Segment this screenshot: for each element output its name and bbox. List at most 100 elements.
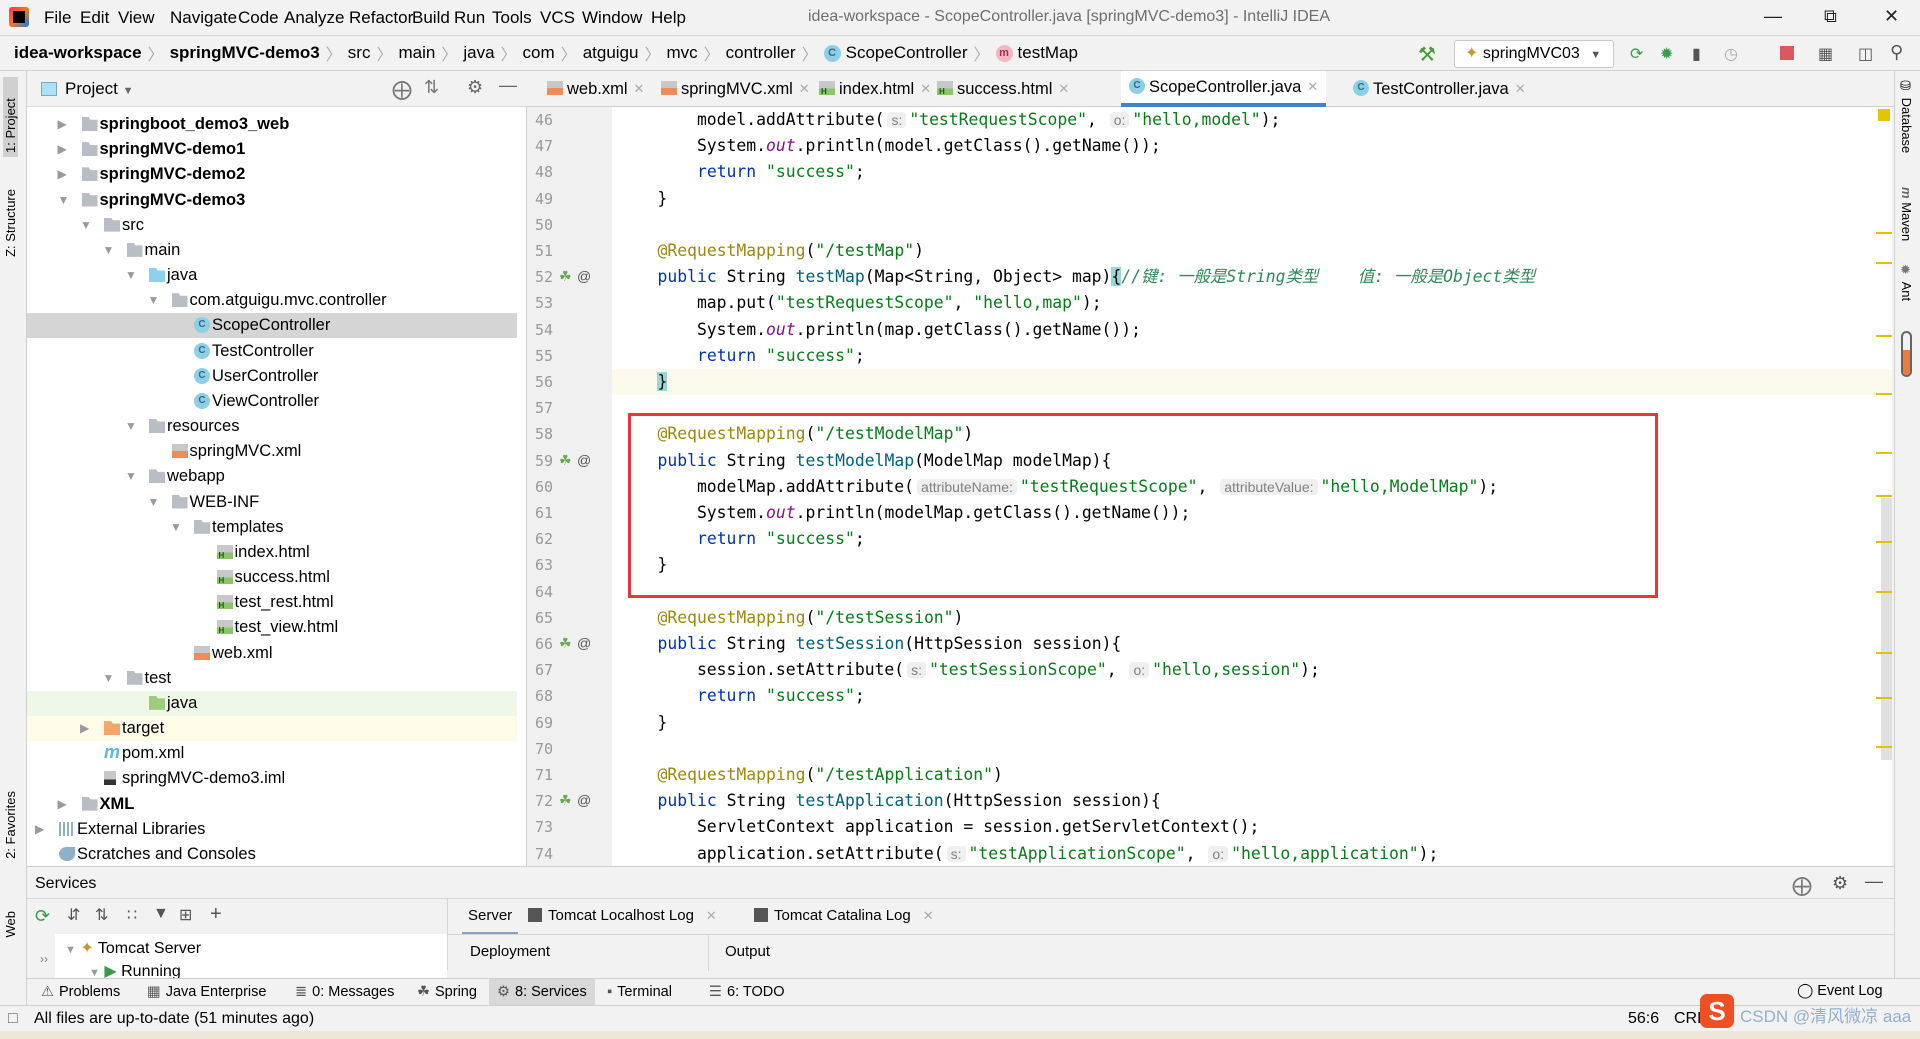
more-icon[interactable]: ››: [40, 952, 48, 966]
breadcrumb-item[interactable]: m testMap: [995, 43, 1078, 63]
editor-tab[interactable]: web.xml ✕: [539, 71, 652, 107]
project-view-select[interactable]: Project ▼: [65, 79, 134, 99]
tree-item[interactable]: Scratches and Consoles: [27, 842, 517, 867]
annotation-icon[interactable]: @: [577, 792, 591, 808]
breadcrumb-item[interactable]: java: [463, 43, 494, 63]
breadcrumb-item[interactable]: C ScopeController: [823, 43, 968, 63]
editor-tab[interactable]: springMVC.xml ✕: [653, 71, 818, 107]
collapse-all-icon[interactable]: ⇅: [424, 77, 439, 98]
warning-marker[interactable]: [1876, 232, 1892, 234]
warning-marker[interactable]: [1876, 262, 1892, 264]
tab-project[interactable]: 1: Project: [3, 77, 18, 157]
menu-code[interactable]: Code: [238, 8, 279, 28]
close-tab-icon[interactable]: ✕: [1307, 79, 1318, 95]
menu-analyze[interactable]: Analyze: [284, 8, 344, 28]
stop-icon[interactable]: [1780, 46, 1794, 60]
tab-database[interactable]: ⛁ Database: [1899, 79, 1914, 153]
warning-marker[interactable]: [1876, 393, 1892, 395]
warning-marker[interactable]: [1876, 591, 1892, 593]
caret-position[interactable]: 56:6: [1628, 1006, 1659, 1031]
close-tab-icon[interactable]: ✕: [1515, 81, 1526, 97]
project-structure-icon[interactable]: ▦: [1818, 44, 1833, 64]
new-tab-icon[interactable]: ⊞: [179, 905, 192, 925]
menu-run[interactable]: Run: [454, 8, 485, 28]
filter-icon[interactable]: ▼: [153, 905, 169, 923]
tool-tab[interactable]: ⚠ Problems: [33, 979, 128, 1006]
tree-item[interactable]: springMVC-demo3.iml: [27, 766, 517, 791]
restore-button[interactable]: ⧉: [1824, 6, 1837, 27]
debug-icon[interactable]: ✹: [1660, 44, 1673, 64]
spring-mapping-icon[interactable]: ☘: [559, 452, 572, 469]
menu-vcs[interactable]: VCS: [540, 8, 575, 28]
breadcrumb-item[interactable]: springMVC-demo3: [170, 43, 320, 63]
warning-marker[interactable]: [1876, 452, 1892, 454]
gear-icon[interactable]: ⚙: [1832, 873, 1848, 894]
tree-item[interactable]: Htest_view.html: [27, 615, 517, 640]
menu-window[interactable]: Window: [582, 8, 642, 28]
editor-scrollbar[interactable]: [1881, 498, 1892, 760]
services-tab[interactable]: Server: [462, 899, 519, 935]
close-tab-icon[interactable]: ✕: [634, 81, 645, 97]
hide-panel-icon[interactable]: —: [499, 75, 517, 96]
close-tab-icon[interactable]: ✕: [1058, 81, 1069, 97]
tree-item[interactable]: ▶ target: [27, 716, 517, 742]
menu-view[interactable]: View: [118, 8, 155, 28]
tab-maven[interactable]: m Maven: [1899, 187, 1914, 241]
build-hammer-icon[interactable]: ⚒: [1418, 42, 1436, 67]
annotation-icon[interactable]: @: [577, 635, 591, 651]
tree-item[interactable]: ▶ springMVC-demo2: [27, 162, 517, 187]
close-tab-icon[interactable]: ✕: [799, 81, 810, 97]
tree-item[interactable]: ▼ webapp: [27, 464, 517, 489]
gear-icon[interactable]: ⚙: [467, 77, 483, 98]
warning-marker[interactable]: [1876, 746, 1892, 748]
collapsed-arrow-icon[interactable]: ▶: [35, 817, 44, 842]
expanded-arrow-icon[interactable]: ▼: [103, 238, 115, 263]
menu-help[interactable]: Help: [651, 8, 686, 28]
expand-all-icon[interactable]: ⇵: [67, 905, 80, 925]
tree-item[interactable]: ▼ templates: [27, 515, 517, 540]
tab-structure[interactable]: Z: Structure: [3, 189, 18, 257]
annotation-icon[interactable]: @: [577, 268, 591, 284]
editor-tab[interactable]: Hindex.html ✕: [811, 71, 939, 107]
refresh-icon[interactable]: ⟳: [35, 906, 50, 927]
rerun-icon[interactable]: ⟳: [1630, 44, 1643, 64]
tree-item[interactable]: ▶ springboot_demo3_web: [27, 112, 517, 137]
tool-tab[interactable]: ☰ 6: TODO: [701, 979, 792, 1006]
collapsed-arrow-icon[interactable]: ▶: [58, 162, 67, 187]
tool-tab[interactable]: ☘ Spring: [409, 979, 485, 1006]
locate-icon[interactable]: ⨁: [392, 77, 412, 102]
tree-item[interactable]: Htest_rest.html: [27, 590, 517, 615]
presentation-icon[interactable]: ◫: [1858, 44, 1873, 64]
search-icon[interactable]: ⚲: [1890, 42, 1903, 63]
breadcrumb-item[interactable]: com: [523, 43, 555, 63]
locate-icon[interactable]: ⨁: [1792, 873, 1812, 898]
spring-mapping-icon[interactable]: ☘: [559, 268, 572, 285]
expanded-arrow-icon[interactable]: ▼: [148, 288, 160, 313]
tree-item[interactable]: C ViewController: [27, 389, 517, 414]
tree-item[interactable]: Hindex.html: [27, 540, 517, 565]
tree-item[interactable]: springMVC.xml: [27, 439, 517, 464]
tree-item[interactable]: C ScopeController: [27, 313, 517, 339]
profile-icon[interactable]: ◷: [1724, 44, 1738, 64]
memory-indicator[interactable]: [1901, 331, 1912, 377]
warning-marker[interactable]: [1876, 652, 1892, 654]
minimize-button[interactable]: —: [1764, 6, 1782, 27]
menu-tools[interactable]: Tools: [492, 8, 532, 28]
tree-item-tomcat-server[interactable]: ▼ ✦ Tomcat Server: [65, 938, 201, 958]
menu-build[interactable]: Build: [412, 8, 450, 28]
tree-item[interactable]: ▼ com.atguigu.mvc.controller: [27, 288, 517, 313]
warning-marker[interactable]: [1876, 335, 1892, 337]
close-button[interactable]: ✕: [1884, 6, 1899, 27]
collapsed-arrow-icon[interactable]: ▶: [58, 792, 67, 817]
tree-item[interactable]: ▼ WEB-INF: [27, 490, 517, 515]
services-tab[interactable]: Tomcat Catalina Log ✕: [748, 899, 940, 935]
tool-tab[interactable]: ≣ 0: Messages: [287, 979, 402, 1006]
tree-item[interactable]: C UserController: [27, 364, 517, 389]
add-service-icon[interactable]: +: [210, 903, 222, 926]
close-tab-icon[interactable]: ✕: [706, 908, 717, 923]
menu-file[interactable]: File: [44, 8, 71, 28]
services-tab[interactable]: Tomcat Localhost Log ✕: [522, 899, 723, 935]
menu-refactor[interactable]: Refactor: [349, 8, 413, 28]
close-tab-icon[interactable]: ✕: [923, 908, 934, 923]
warning-marker[interactable]: [1876, 495, 1892, 497]
